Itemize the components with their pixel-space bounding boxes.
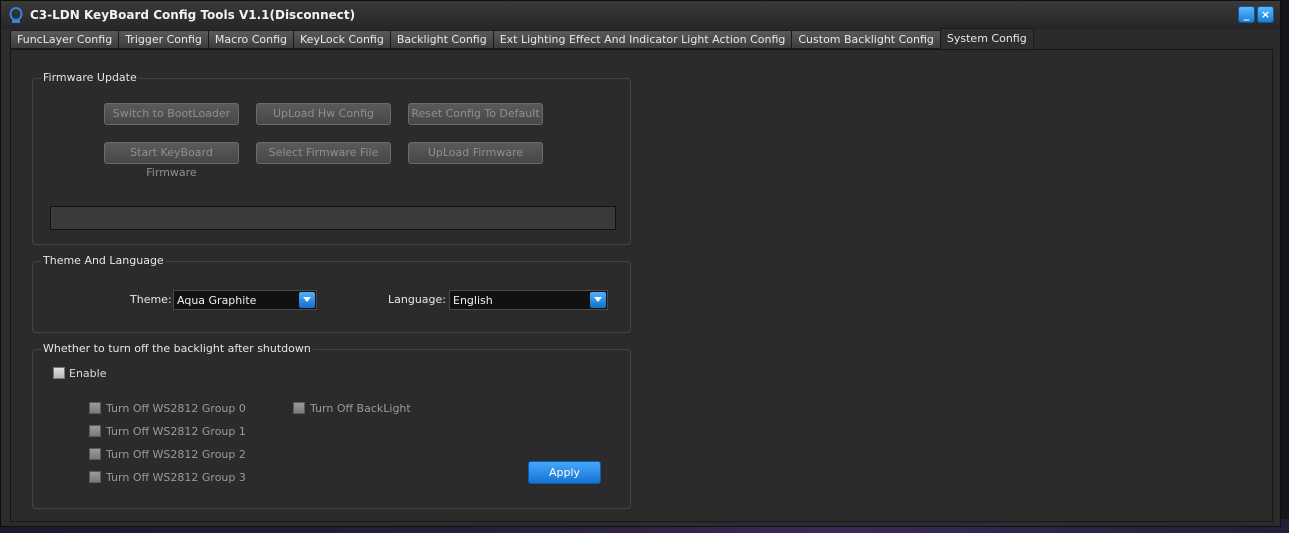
ws2812-group2-checkbox[interactable] [89,448,101,460]
ws2812-group3-checkbox[interactable] [89,471,101,483]
backlight-shutdown-title: Whether to turn off the backlight after … [41,342,313,356]
title-bar[interactable]: C3-LDN KeyBoard Config Tools V1.1(Discon… [1,1,1280,29]
ws2812-group1-label: Turn Off WS2812 Group 1 [106,425,246,438]
ws2812-group3-label: Turn Off WS2812 Group 3 [106,471,246,484]
enable-checkbox[interactable] [53,367,65,379]
firmware-progress-bar [50,206,616,230]
ws2812-group2-label: Turn Off WS2812 Group 2 [106,448,246,461]
upload-firmware-button[interactable]: UpLoad Firmware [408,142,543,164]
switch-bootloader-button[interactable]: Switch to BootLoader [104,103,239,125]
theme-select[interactable]: Aqua Graphite [173,290,317,310]
tab-keylock-config[interactable]: KeyLock Config [293,30,391,49]
ws2812-group1-checkbox[interactable] [89,425,101,437]
upload-hw-config-button[interactable]: UpLoad Hw Config [256,103,391,125]
backlight-label: Turn Off BackLight [310,402,411,415]
tab-macro-config[interactable]: Macro Config [207,30,295,49]
close-button[interactable]: × [1257,6,1274,23]
theme-label: Theme: [130,293,172,306]
enable-label: Enable [69,367,107,380]
tab-funclayer-config[interactable]: FuncLayer Config [10,30,120,49]
window-title: C3-LDN KeyBoard Config Tools V1.1(Discon… [30,8,356,22]
tab-ext-lighting-config[interactable]: Ext Lighting Effect And Indicator Light … [492,30,793,49]
app-logo-icon [9,7,23,23]
minimize-icon: _ [1243,8,1250,21]
ws2812-group0-checkbox[interactable] [89,402,101,414]
tab-backlight-config[interactable]: Backlight Config [389,30,494,49]
system-config-panel: Firmware Update Switch to BootLoader UpL… [10,49,1273,522]
theme-language-title: Theme And Language [41,254,166,268]
start-firmware-button[interactable]: Start KeyBoard Firmware [104,142,239,179]
app-window: C3-LDN KeyBoard Config Tools V1.1(Discon… [0,0,1281,527]
apply-button[interactable]: Apply [528,461,601,484]
firmware-update-title: Firmware Update [41,71,139,85]
language-label: Language: [388,293,446,306]
language-select[interactable]: English [449,290,608,310]
backlight-shutdown-group: Whether to turn off the backlight after … [32,342,631,509]
language-select-value: English [453,294,493,307]
ws2812-group0-label: Turn Off WS2812 Group 0 [106,402,246,415]
minimize-button[interactable]: _ [1238,6,1255,23]
backlight-checkbox[interactable] [293,402,305,414]
tab-system-config[interactable]: System Config [939,28,1034,49]
chevron-down-icon[interactable] [299,292,315,308]
tab-trigger-config[interactable]: Trigger Config [118,30,209,49]
tab-bar: FuncLayer Config Trigger Config Macro Co… [10,28,1034,49]
select-firmware-button[interactable]: Select Firmware File [256,142,391,164]
tab-custom-backlight-config[interactable]: Custom Backlight Config [791,30,941,49]
theme-language-group: Theme And Language Theme: Aqua Graphite … [32,254,631,333]
theme-select-value: Aqua Graphite [177,294,257,307]
close-icon: × [1260,8,1271,21]
firmware-update-group: Firmware Update Switch to BootLoader UpL… [32,71,631,245]
chevron-down-icon[interactable] [590,292,606,308]
reset-config-button[interactable]: Reset Config To Default [408,103,543,125]
